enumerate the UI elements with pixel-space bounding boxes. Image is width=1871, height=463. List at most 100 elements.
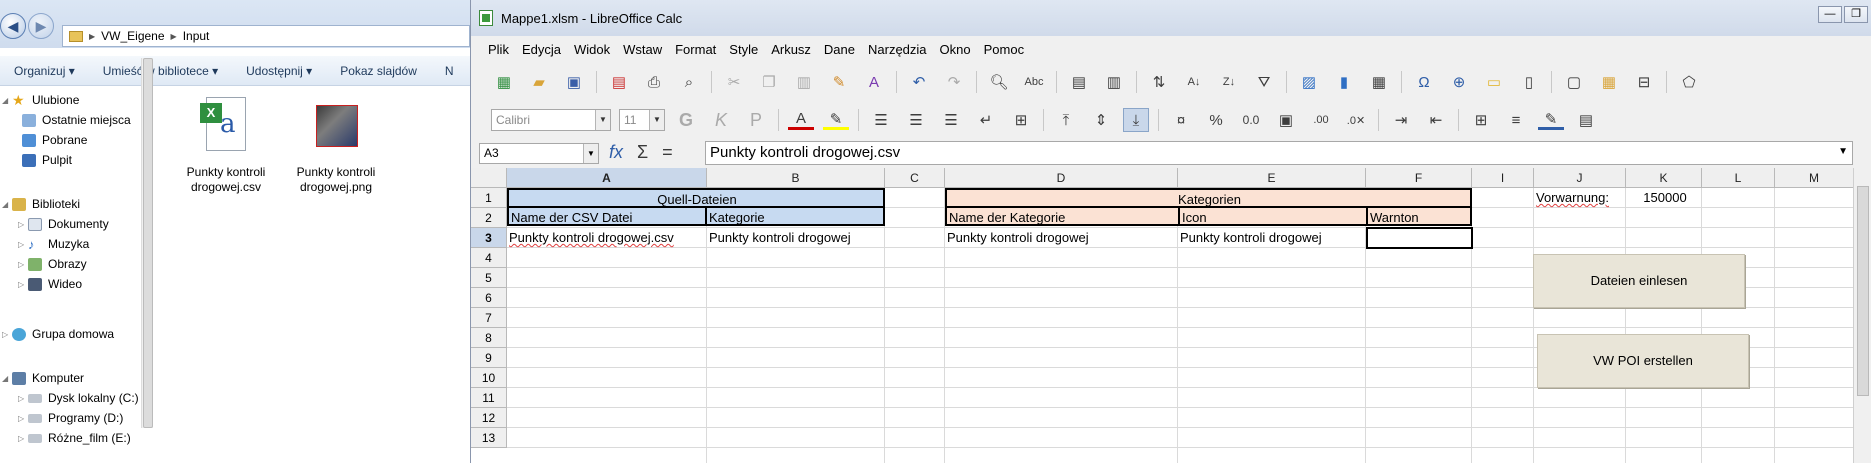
cell-F2[interactable]: Warnton — [1366, 206, 1472, 226]
nav-item-libraries[interactable]: ◢ Biblioteki — [2, 194, 80, 214]
menu-help[interactable]: Pomoc — [979, 42, 1032, 57]
column-header[interactable]: E — [1178, 168, 1366, 188]
date-format-icon[interactable]: ▣ — [1273, 108, 1299, 132]
navigation-scrollbar[interactable] — [141, 58, 153, 428]
nav-item-music[interactable]: ▷ ♪ Muzyka — [18, 234, 89, 254]
wrap-text-icon[interactable]: ↵ — [973, 108, 999, 132]
collapse-arrow-icon[interactable]: ◢ — [2, 374, 12, 383]
highlight-color-icon[interactable]: ✎ — [823, 110, 849, 130]
forward-icon[interactable]: ▶ — [28, 13, 54, 39]
bold-icon[interactable]: G — [673, 108, 699, 132]
create-poi-button[interactable]: VW POI erstellen — [1537, 334, 1749, 388]
spreadsheet-grid[interactable]: A B C D E F I J K L M 1 2 3 4 5 6 7 8 9 … — [471, 168, 1871, 463]
underline-icon[interactable]: P — [743, 108, 769, 132]
menu-view[interactable]: Widok — [569, 42, 618, 57]
row-header[interactable]: 7 — [471, 308, 507, 328]
chevron-down-icon[interactable]: ▼ — [649, 110, 664, 130]
cell-B3[interactable]: Punkty kontroli drogowej — [707, 228, 885, 248]
cell-A3[interactable]: Punkty kontroli drogowej.csv — [507, 228, 707, 248]
nav-item-pictures[interactable]: ▷ Obrazy — [18, 254, 87, 274]
cell-E2[interactable]: Icon — [1178, 206, 1368, 226]
nav-item-desktop[interactable]: Pulpit — [22, 150, 72, 170]
border-style-icon[interactable]: ≡ — [1503, 108, 1529, 132]
pivot-table-icon[interactable]: ▦ — [1366, 70, 1392, 94]
export-pdf-icon[interactable]: ▤ — [606, 70, 632, 94]
column-header[interactable]: B — [707, 168, 885, 188]
clear-formatting-icon[interactable]: A — [861, 70, 887, 94]
row-header[interactable]: 12 — [471, 408, 507, 428]
nav-item-recent[interactable]: Ostatnie miejsca — [22, 110, 131, 130]
chevron-down-icon[interactable]: ▼ — [595, 110, 610, 130]
new-folder-button[interactable]: N — [431, 64, 468, 78]
name-box[interactable]: A3 ▼ — [479, 143, 599, 164]
restore-button[interactable]: ❐ — [1844, 6, 1868, 23]
menu-insert[interactable]: Wstaw — [618, 42, 670, 57]
number-format-icon[interactable]: 0.0 — [1238, 108, 1264, 132]
sort-icon[interactable]: ⇅ — [1146, 70, 1172, 94]
cell-A2[interactable]: Name der CSV Datei — [507, 206, 707, 226]
expand-arrow-icon[interactable]: ▷ — [18, 240, 28, 249]
header-footer-icon[interactable]: ▯ — [1516, 70, 1542, 94]
column-header[interactable]: J — [1534, 168, 1626, 188]
read-files-button[interactable]: Dateien einlesen — [1533, 254, 1745, 308]
cell-J1[interactable]: Vorwarnung: — [1534, 188, 1626, 208]
split-window-icon[interactable]: ⊟ — [1631, 70, 1657, 94]
define-print-area-icon[interactable]: ▢ — [1561, 70, 1587, 94]
chevron-down-icon[interactable]: ▼ — [583, 144, 598, 163]
paste-icon[interactable]: ▥ — [791, 70, 817, 94]
collapse-arrow-icon[interactable]: ◢ — [2, 96, 12, 105]
nav-item-homegroup[interactable]: ▷ Grupa domowa — [2, 324, 114, 344]
nav-item-disk-c[interactable]: ▷ Dysk lokalny (C:) — [18, 388, 139, 408]
insert-chart-icon[interactable]: ▮ — [1331, 70, 1357, 94]
cell-D3[interactable]: Punkty kontroli drogowej — [945, 228, 1178, 248]
show-draw-functions-icon[interactable]: ⬠ — [1676, 70, 1702, 94]
row-header[interactable]: 3 — [471, 228, 507, 248]
font-size-combo[interactable]: 11 ▼ — [619, 109, 665, 131]
column-header[interactable]: K — [1626, 168, 1702, 188]
cut-icon[interactable]: ✂ — [721, 70, 747, 94]
file-item[interactable]: X a Punkty kontroli drogowej.csv — [180, 95, 272, 195]
italic-icon[interactable]: K — [708, 108, 734, 132]
redo-icon[interactable]: ↷ — [941, 70, 967, 94]
new-document-icon[interactable]: ▦ — [491, 70, 517, 94]
collapse-arrow-icon[interactable]: ◢ — [2, 200, 12, 209]
column-header[interactable]: I — [1472, 168, 1534, 188]
undo-icon[interactable]: ↶ — [906, 70, 932, 94]
formula-input[interactable]: Punkty kontroli drogowej.csv — [705, 141, 1853, 165]
cell-K1[interactable]: 150000 — [1626, 188, 1702, 208]
minimize-button[interactable]: — — [1818, 6, 1842, 23]
expand-arrow-icon[interactable]: ▷ — [18, 434, 28, 443]
align-left-icon[interactable]: ☰ — [868, 108, 894, 132]
select-all-corner[interactable] — [471, 168, 507, 188]
menu-file[interactable]: Plik — [483, 42, 517, 57]
cell-cursor[interactable] — [1366, 227, 1473, 249]
scrollbar-thumb[interactable] — [1857, 186, 1869, 396]
center-vertically-icon[interactable]: ⇕ — [1088, 108, 1114, 132]
share-button[interactable]: Udostępnij ▾ — [232, 64, 326, 78]
expand-arrow-icon[interactable]: ▷ — [18, 280, 28, 289]
borders-icon[interactable]: ⊞ — [1468, 108, 1494, 132]
currency-format-icon[interactable]: ¤ — [1168, 108, 1194, 132]
nav-item-documents[interactable]: ▷ Dokumenty — [18, 214, 109, 234]
breadcrumb-item[interactable]: Input — [183, 29, 210, 43]
print-icon[interactable]: ⎙ — [641, 70, 667, 94]
decrease-indent-icon[interactable]: ⇤ — [1423, 108, 1449, 132]
percent-format-icon[interactable]: % — [1203, 108, 1229, 132]
menu-edit[interactable]: Edycja — [517, 42, 569, 57]
function-wizard-icon[interactable]: fx — [609, 142, 623, 163]
row-header[interactable]: 10 — [471, 368, 507, 388]
spelling-icon[interactable]: Abc — [1021, 70, 1047, 94]
border-color-icon[interactable]: ✎ — [1538, 110, 1564, 130]
row-header[interactable]: 2 — [471, 208, 507, 228]
save-icon[interactable]: ▣ — [561, 70, 587, 94]
nav-item-downloads[interactable]: Pobrane — [22, 130, 87, 150]
file-item[interactable]: Punkty kontroli drogowej.png — [290, 95, 382, 195]
nav-item-computer[interactable]: ◢ Komputer — [2, 368, 84, 388]
row-header[interactable]: 5 — [471, 268, 507, 288]
expand-arrow-icon[interactable]: ▷ — [18, 220, 28, 229]
column-header[interactable]: L — [1702, 168, 1775, 188]
special-character-icon[interactable]: Ω — [1411, 70, 1437, 94]
organize-button[interactable]: Organizuj ▾ — [0, 64, 89, 78]
menu-tools[interactable]: Narzędzia — [863, 42, 935, 57]
comment-icon[interactable]: ▭ — [1481, 70, 1507, 94]
